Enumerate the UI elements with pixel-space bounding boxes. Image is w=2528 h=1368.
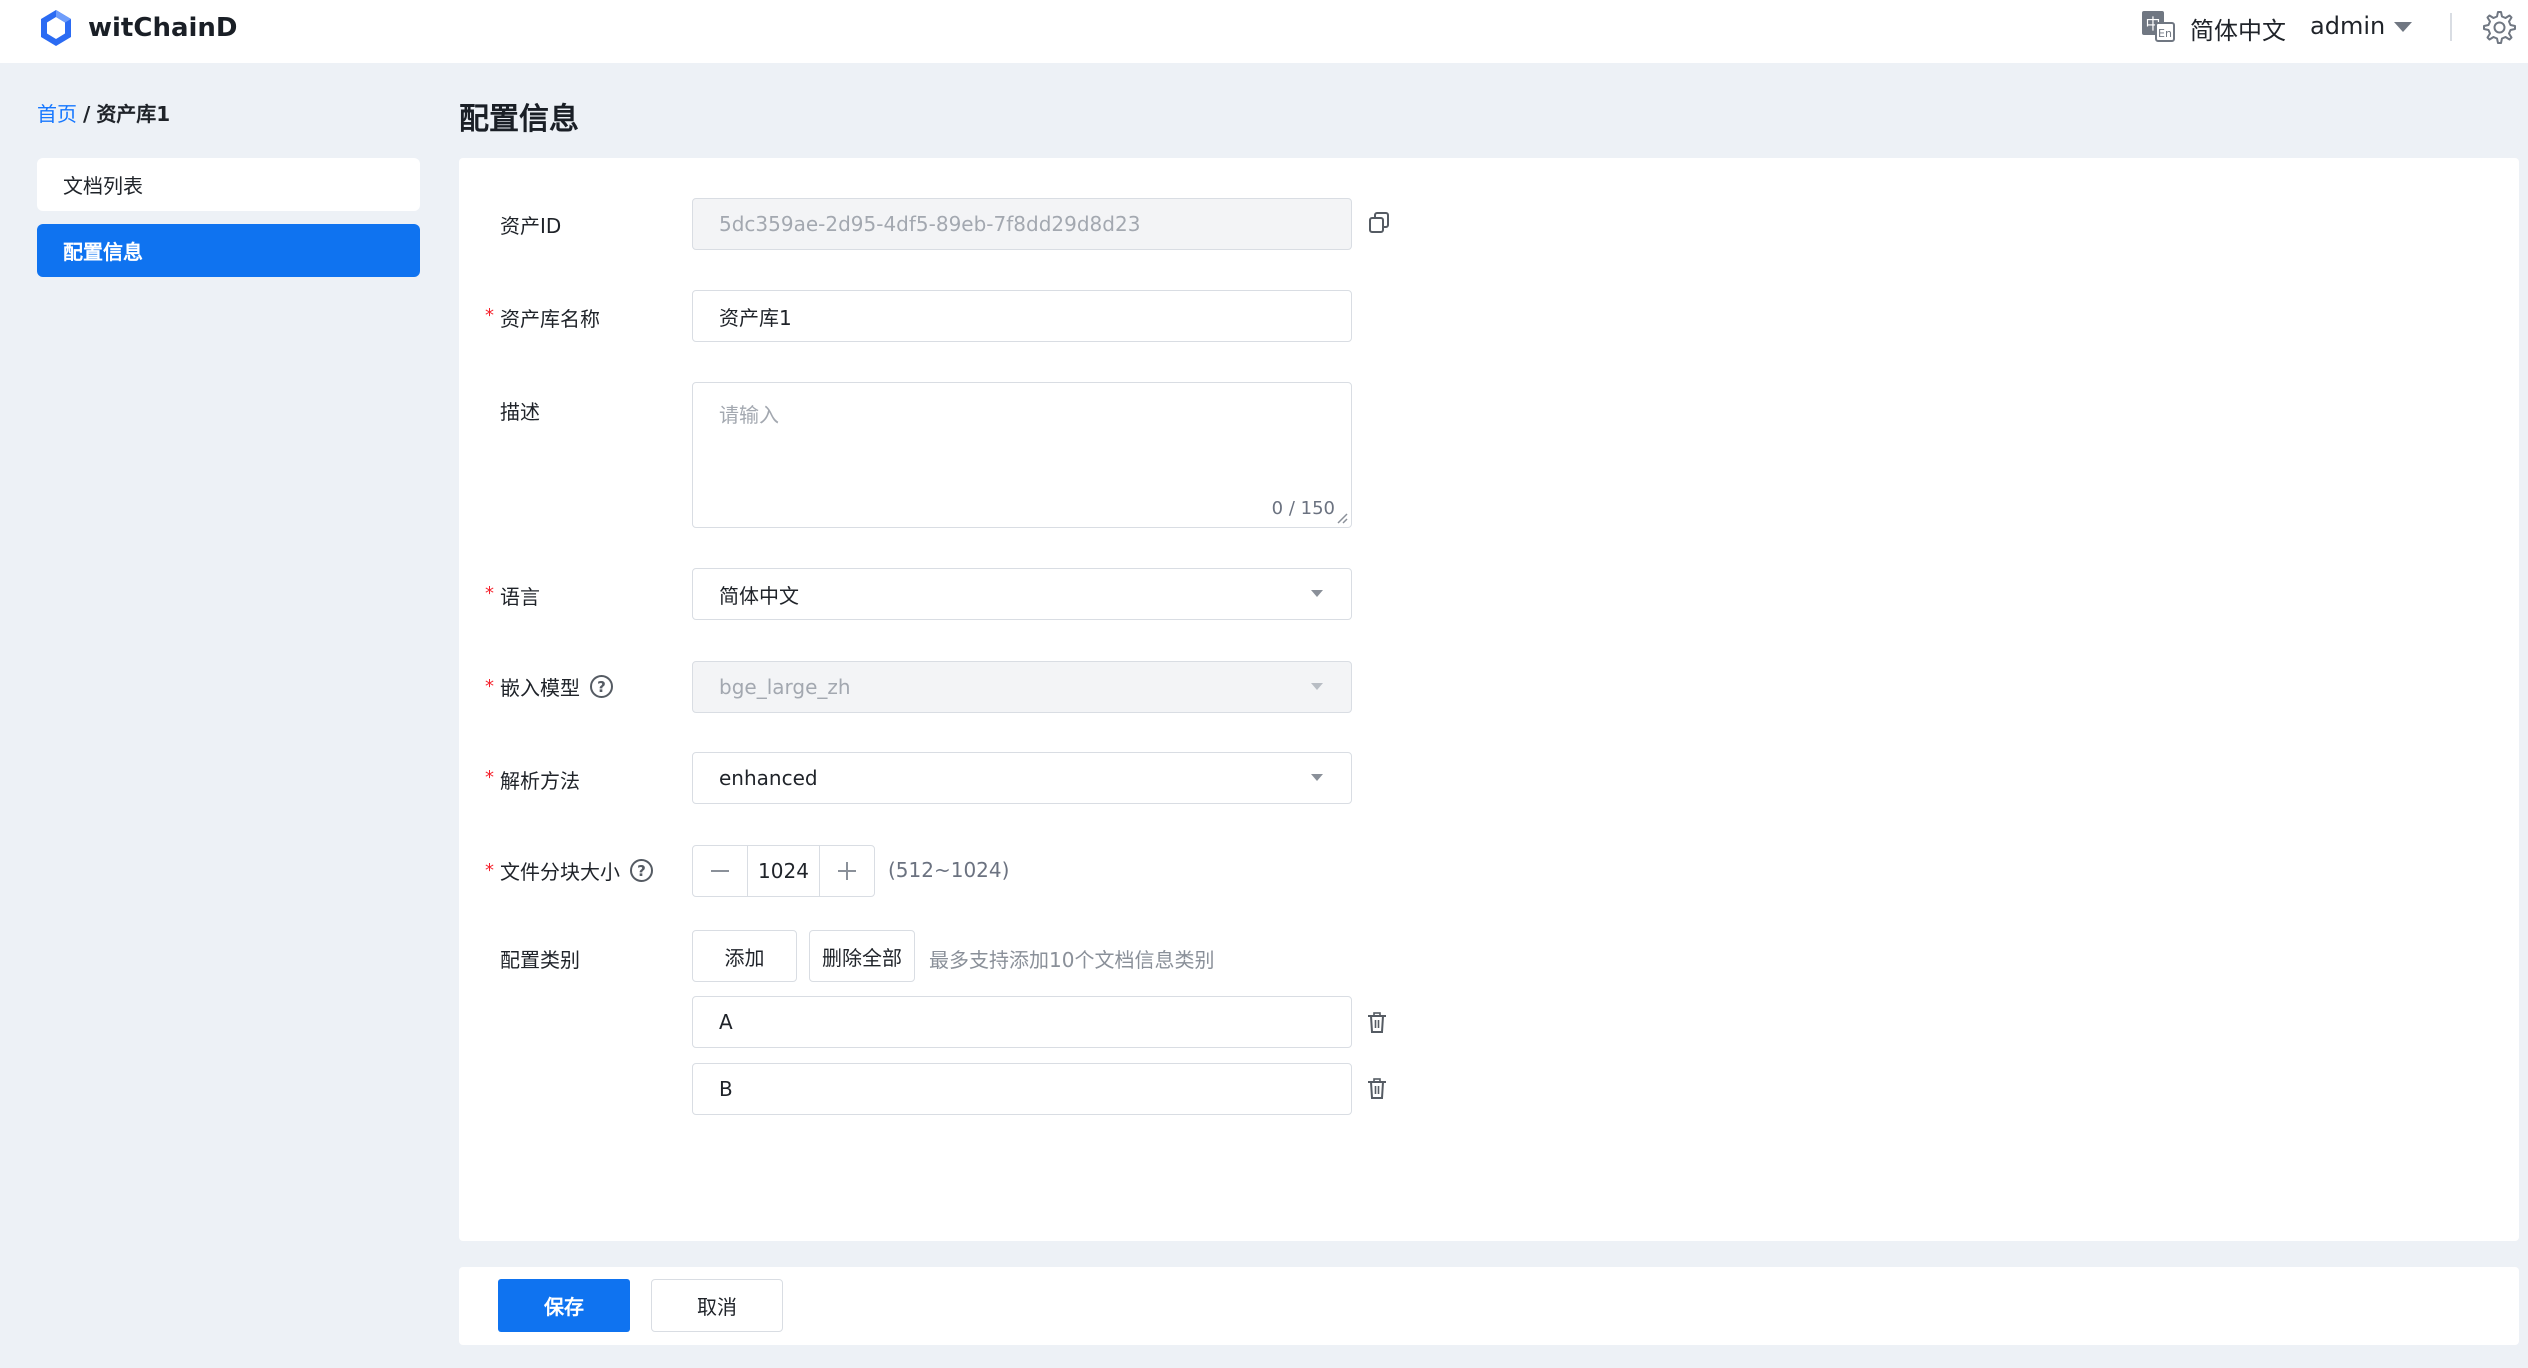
- delete-all-categories-button[interactable]: 删除全部: [809, 930, 915, 982]
- page-title: 配置信息: [459, 102, 579, 137]
- user-menu[interactable]: admin: [2310, 12, 2385, 40]
- name-input[interactable]: 资产库1: [692, 290, 1352, 342]
- parse-method-select[interactable]: enhanced: [692, 752, 1352, 804]
- language-select[interactable]: 简体中文: [692, 568, 1352, 620]
- sidebar-item-config-info[interactable]: 配置信息: [37, 224, 420, 277]
- cancel-button[interactable]: 取消: [651, 1279, 783, 1332]
- chevron-down-icon: [1311, 683, 1323, 690]
- copy-icon[interactable]: [1368, 211, 1390, 235]
- save-button[interactable]: 保存: [498, 1279, 630, 1332]
- chunk-size-input[interactable]: 1024: [747, 846, 820, 896]
- add-category-button[interactable]: 添加: [692, 930, 797, 982]
- parse-method-value: enhanced: [719, 766, 818, 790]
- top-bar: witChainD 中 En 简体中文 admin: [0, 0, 2528, 63]
- embedding-model-select: bge_large_zh: [692, 661, 1352, 713]
- breadcrumb-separator: /: [83, 102, 91, 126]
- required-mark: *: [485, 860, 494, 881]
- caret-down-icon[interactable]: [2392, 20, 2414, 34]
- language-select-value: 简体中文: [719, 583, 799, 608]
- breadcrumb-home-link[interactable]: 首页: [37, 102, 77, 126]
- increment-button[interactable]: [820, 846, 874, 896]
- categories-hint: 最多支持添加10个文档信息类别: [929, 948, 1215, 972]
- required-mark: *: [485, 676, 494, 697]
- decrement-button[interactable]: [693, 846, 747, 896]
- breadcrumb-current: 资产库1: [96, 102, 171, 126]
- resize-grip-icon[interactable]: [1336, 512, 1348, 524]
- embedding-model-value: bge_large_zh: [719, 675, 851, 699]
- description-label: 描述: [500, 400, 540, 424]
- chunk-size-label-text: 文件分块大小: [500, 860, 620, 884]
- category-input[interactable]: B: [692, 1063, 1352, 1115]
- chevron-down-icon: [1311, 774, 1323, 781]
- categories-label: 配置类别: [500, 948, 580, 972]
- minus-icon: [711, 870, 729, 872]
- language-label: 语言: [500, 585, 540, 609]
- plus-icon: [838, 862, 856, 880]
- asset-id-field: 5dc359ae-2d95-4df5-89eb-7f8dd29d8d23: [692, 198, 1352, 250]
- description-textarea[interactable]: 请输入 0 / 150: [692, 382, 1352, 528]
- category-input[interactable]: A: [692, 996, 1352, 1048]
- embedding-model-label-text: 嵌入模型: [500, 676, 580, 700]
- chevron-down-icon: [1311, 590, 1323, 597]
- language-switch[interactable]: 简体中文: [2190, 11, 2286, 46]
- trash-icon[interactable]: [1367, 1012, 1387, 1034]
- required-mark: *: [485, 767, 494, 788]
- chunk-size-range-hint: (512~1024): [888, 858, 1010, 882]
- sidebar-item-document-list[interactable]: 文档列表: [37, 158, 420, 211]
- asset-id-label: 资产ID: [500, 214, 562, 238]
- description-placeholder: 请输入: [719, 403, 779, 427]
- required-mark: *: [485, 305, 494, 326]
- help-icon[interactable]: ?: [630, 859, 653, 882]
- chunk-size-label: 文件分块大小 ?: [500, 856, 653, 885]
- app-title: witChainD: [88, 13, 238, 43]
- breadcrumb: 首页 / 资产库1: [37, 98, 170, 127]
- header-divider: [2450, 13, 2452, 41]
- chunk-size-stepper: 1024: [692, 845, 875, 897]
- language-icon[interactable]: 中 En: [2140, 9, 2176, 43]
- settings-gear-icon[interactable]: [2478, 8, 2518, 48]
- required-mark: *: [485, 583, 494, 604]
- parse-method-label: 解析方法: [500, 769, 580, 793]
- svg-text:En: En: [2158, 27, 2172, 40]
- name-label: 资产库名称: [500, 307, 600, 331]
- help-icon[interactable]: ?: [590, 675, 613, 698]
- logo-icon: [41, 10, 71, 46]
- description-char-count: 0 / 150: [1271, 498, 1335, 519]
- trash-icon[interactable]: [1367, 1078, 1387, 1100]
- embedding-model-label: 嵌入模型 ?: [500, 672, 613, 701]
